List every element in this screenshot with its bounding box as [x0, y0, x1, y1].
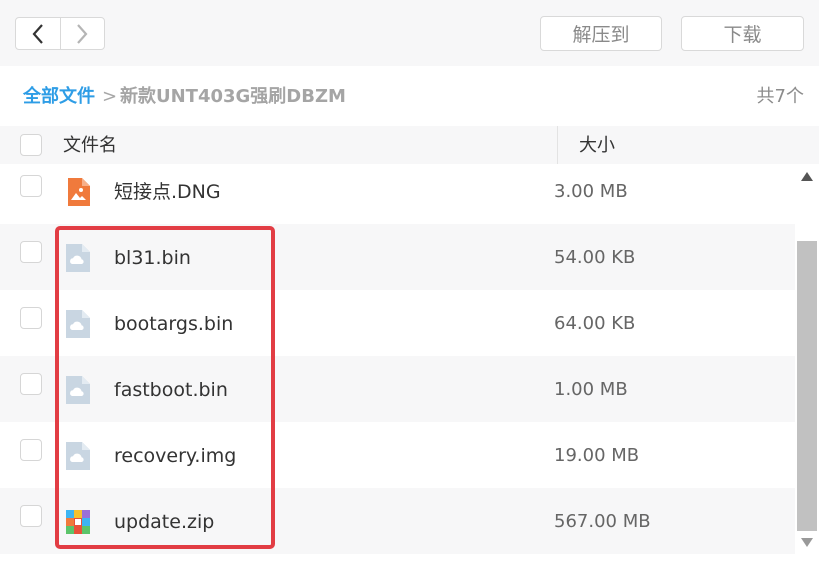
- nav-button-group: [15, 17, 105, 50]
- select-all-checkbox[interactable]: [20, 134, 42, 156]
- column-header-size[interactable]: 大小: [579, 135, 615, 157]
- scrollbar-thumb[interactable]: [797, 241, 817, 531]
- row-checkbox[interactable]: [20, 175, 42, 197]
- scroll-up-arrow-icon[interactable]: [801, 172, 813, 181]
- file-size: 567.00 MB: [554, 511, 651, 532]
- file-size: 3.00 MB: [554, 181, 628, 202]
- breadcrumb-current-folder: 新款UNT403G强刷DBZM: [120, 86, 346, 107]
- extract-to-button[interactable]: 解压到: [540, 16, 662, 51]
- row-checkbox[interactable]: [20, 241, 42, 263]
- breadcrumb-root-link[interactable]: 全部文件: [23, 86, 95, 108]
- chevron-right-icon: [77, 23, 88, 44]
- column-header-name[interactable]: 文件名: [63, 135, 117, 157]
- row-checkbox[interactable]: [20, 373, 42, 395]
- table-header: [0, 126, 819, 164]
- download-button[interactable]: 下载: [681, 16, 804, 51]
- forward-button[interactable]: [59, 18, 104, 49]
- item-count: 共7个: [756, 86, 804, 107]
- highlight-annotation-box: [55, 226, 275, 549]
- breadcrumb-separator: >: [102, 86, 118, 107]
- scroll-down-arrow-icon[interactable]: [801, 538, 813, 547]
- file-size: 1.00 MB: [554, 379, 628, 400]
- file-name: 短接点.DNG: [114, 181, 221, 203]
- row-checkbox[interactable]: [20, 307, 42, 329]
- chevron-left-icon: [32, 23, 43, 44]
- file-size: 64.00 KB: [554, 313, 636, 334]
- file-size: 19.00 MB: [554, 445, 640, 466]
- row-checkbox[interactable]: [20, 505, 42, 527]
- row-checkbox[interactable]: [20, 439, 42, 461]
- back-button[interactable]: [16, 18, 60, 49]
- image-file-icon: [68, 178, 90, 206]
- file-size: 54.00 KB: [554, 247, 636, 268]
- table-row[interactable]: 短接点.DNG 3.00 MB: [0, 164, 795, 224]
- column-divider: [557, 126, 558, 164]
